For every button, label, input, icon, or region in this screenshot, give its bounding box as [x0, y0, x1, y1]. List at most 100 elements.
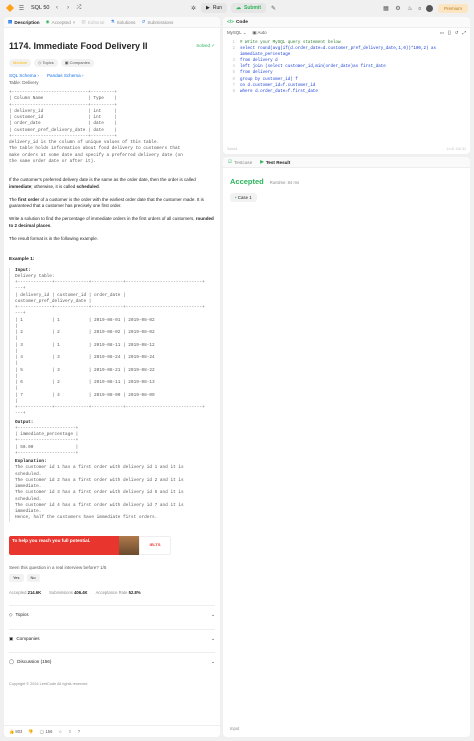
debug-icon[interactable]: ✲ [190, 5, 197, 12]
expand-icon[interactable]: ⤢ [462, 30, 466, 36]
acceptance-rate-stat: Acceptance Rate 52.8% [96, 590, 141, 596]
settings-icon[interactable]: ⚙ [394, 5, 401, 12]
paragraph-first-order: The first order of a customer is the ord… [9, 197, 215, 211]
notification-count: 0 [418, 5, 421, 11]
sql-schema-link[interactable]: SQL Schema › [9, 73, 39, 80]
ad-image [119, 535, 139, 555]
reset-icon[interactable]: ↺ [455, 30, 459, 36]
tab-accepted-label: Accepted [51, 19, 71, 25]
submit-button[interactable]: ☁ Submit [231, 3, 266, 13]
companies-tag[interactable]: ▣ Companies [60, 58, 94, 67]
building-icon: ▣ [9, 635, 14, 641]
yes-button[interactable]: Yes [9, 574, 24, 583]
share-icon[interactable]: ⇪ [68, 729, 72, 734]
description-footer: 👍 803 👎 ◯ 156 ☆ ⇪ ? [4, 725, 220, 737]
accepted-stat-value: 214.6K [27, 590, 42, 596]
close-icon[interactable]: × [73, 20, 76, 25]
upload-icon: ☁ [236, 5, 242, 11]
accepted-stat-label: Accepted [9, 590, 27, 596]
solved-badge: Solved ✓ [196, 43, 215, 50]
table-label: Table: Delivery [9, 80, 39, 86]
p1d: scheduled [76, 183, 99, 189]
dislike-icon[interactable]: 👎 [28, 729, 33, 735]
tag-icon: ◇ [9, 611, 13, 617]
accordion-companies-label: Companies [16, 635, 40, 641]
accordion-discussion[interactable]: ◯ Discussion (156) ⌄ [9, 652, 215, 672]
case-label: Case 1 [237, 195, 252, 200]
submit-label: Submit [244, 5, 261, 11]
braces-icon[interactable]: {} [448, 30, 451, 36]
companies-tag-label: Companies [69, 59, 90, 65]
pandas-schema-link[interactable]: Pandas Schema › [47, 73, 84, 80]
problem-list-title[interactable]: SQL 50 [31, 5, 49, 11]
code-icon: </> [227, 19, 234, 25]
tab-accepted[interactable]: ◉ Accepted × [46, 19, 76, 25]
chevron-right-icon[interactable]: › [64, 5, 71, 12]
line-number: 8 [232, 89, 235, 94]
problem-content: 1174. Immediate Food Delivery II Solved … [4, 28, 220, 694]
cursor-position: Ln 8, Col 31 [446, 147, 466, 151]
advertisement-banner[interactable]: To help you reach you full potential. IE… [9, 535, 171, 555]
bookmark-icon[interactable]: ▭ [440, 30, 444, 36]
pandas-schema-label: Pandas Schema [46, 72, 81, 78]
tab-submissions[interactable]: ↺ Submissions [141, 19, 173, 25]
streak-icon[interactable]: ♨ [406, 5, 413, 12]
like-count: 803 [15, 728, 23, 734]
leetcode-logo-icon[interactable] [6, 4, 14, 12]
star-icon[interactable]: ☆ [58, 729, 62, 734]
topics-tag[interactable]: ◇ Topics [34, 58, 58, 67]
avatar[interactable] [425, 4, 433, 12]
chevron-down-icon: ⌄ [211, 635, 215, 641]
accordion-discussion-label: Discussion (156) [17, 659, 52, 665]
interview-buttons: Yes No [9, 574, 215, 583]
chevron-down-icon: ⌄ [211, 659, 215, 665]
auto-label: Auto [257, 30, 267, 35]
list-icon[interactable]: ☰ [18, 5, 25, 12]
accepted-label: Accepted [230, 177, 264, 186]
tab-test-result-label: Test Result [265, 159, 291, 165]
acceptance-rate-value: 52.8% [128, 590, 141, 596]
notes-icon[interactable]: ✎ [270, 5, 277, 12]
document-icon: ▤ [8, 19, 13, 24]
run-button[interactable]: ▶ Run [201, 3, 228, 13]
language-select[interactable]: MySQL ⌄ [227, 30, 246, 36]
code-panel: </> Code MySQL ⌄ ▣ Auto ▭ {} ↺ ⤢ 1 # Writ… [223, 17, 470, 154]
ad-brand: IELTS [139, 535, 171, 555]
layout-icon[interactable]: ▦ [382, 5, 389, 12]
tab-test-result[interactable]: ▶ Test Result [260, 159, 290, 165]
shuffle-icon[interactable]: ⤮ [75, 5, 82, 12]
auto-toggle[interactable]: ▣ Auto [252, 30, 266, 36]
chevron-down-icon: ⌄ [211, 611, 215, 617]
case-tab[interactable]: • Case 1 [230, 193, 257, 202]
check-circle-icon: ◉ [45, 19, 50, 24]
lock-icon: ▣ [252, 30, 257, 35]
tab-description[interactable]: ▤ Description [8, 19, 40, 25]
tab-submissions-label: Submissions [147, 19, 174, 25]
chevron-left-icon[interactable]: ‹ [53, 5, 60, 12]
description-panel: ▤ Description ◉ Accepted × ▥ Editorial ⚗ Solu… [4, 17, 220, 737]
code-toolbar: MySQL ⌄ ▣ Auto ▭ {} ↺ ⤢ [223, 28, 470, 38]
tab-testcase[interactable]: ☑ Testcase [228, 159, 252, 165]
page-title: 1174. Immediate Food Delivery II [9, 41, 148, 51]
paragraph-format: The result format is in the following ex… [9, 235, 99, 241]
code-editor[interactable]: 1 # Write your MySQL query statement belo… [223, 38, 470, 97]
p1e: . [98, 183, 101, 189]
help-icon[interactable]: ? [78, 729, 80, 734]
tab-solutions[interactable]: ⚗ Solutions [110, 19, 135, 25]
flask-icon: ⚗ [110, 19, 115, 24]
acceptance-rate-label: Acceptance Rate [95, 590, 128, 596]
interview-question-text: Seen this question in a real interview b… [9, 564, 99, 570]
paragraph-immediate: If the customer's preferred delivery dat… [9, 177, 215, 191]
like-button[interactable]: 👍 803 [9, 729, 22, 735]
accordion-topics[interactable]: ◇ Topics ⌄ [9, 604, 215, 625]
comment-button[interactable]: ◯ 156 [40, 729, 53, 734]
paragraph-task: Write a solution to find the percentage … [9, 216, 215, 230]
problem-title-row: 1174. Immediate Food Delivery II Solved … [9, 40, 215, 54]
code-footer: Saved Ln 8, Col 31 [223, 144, 470, 154]
premium-button[interactable]: Premium [437, 3, 468, 13]
no-button[interactable]: No [26, 574, 40, 583]
tab-editorial[interactable]: ▥ Editorial [81, 19, 104, 25]
result-tabs: ☑ Testcase ▶ Test Result [223, 157, 470, 168]
book-icon: ▥ [81, 19, 86, 24]
accordion-companies[interactable]: ▣ Companies ⌄ [9, 628, 215, 649]
